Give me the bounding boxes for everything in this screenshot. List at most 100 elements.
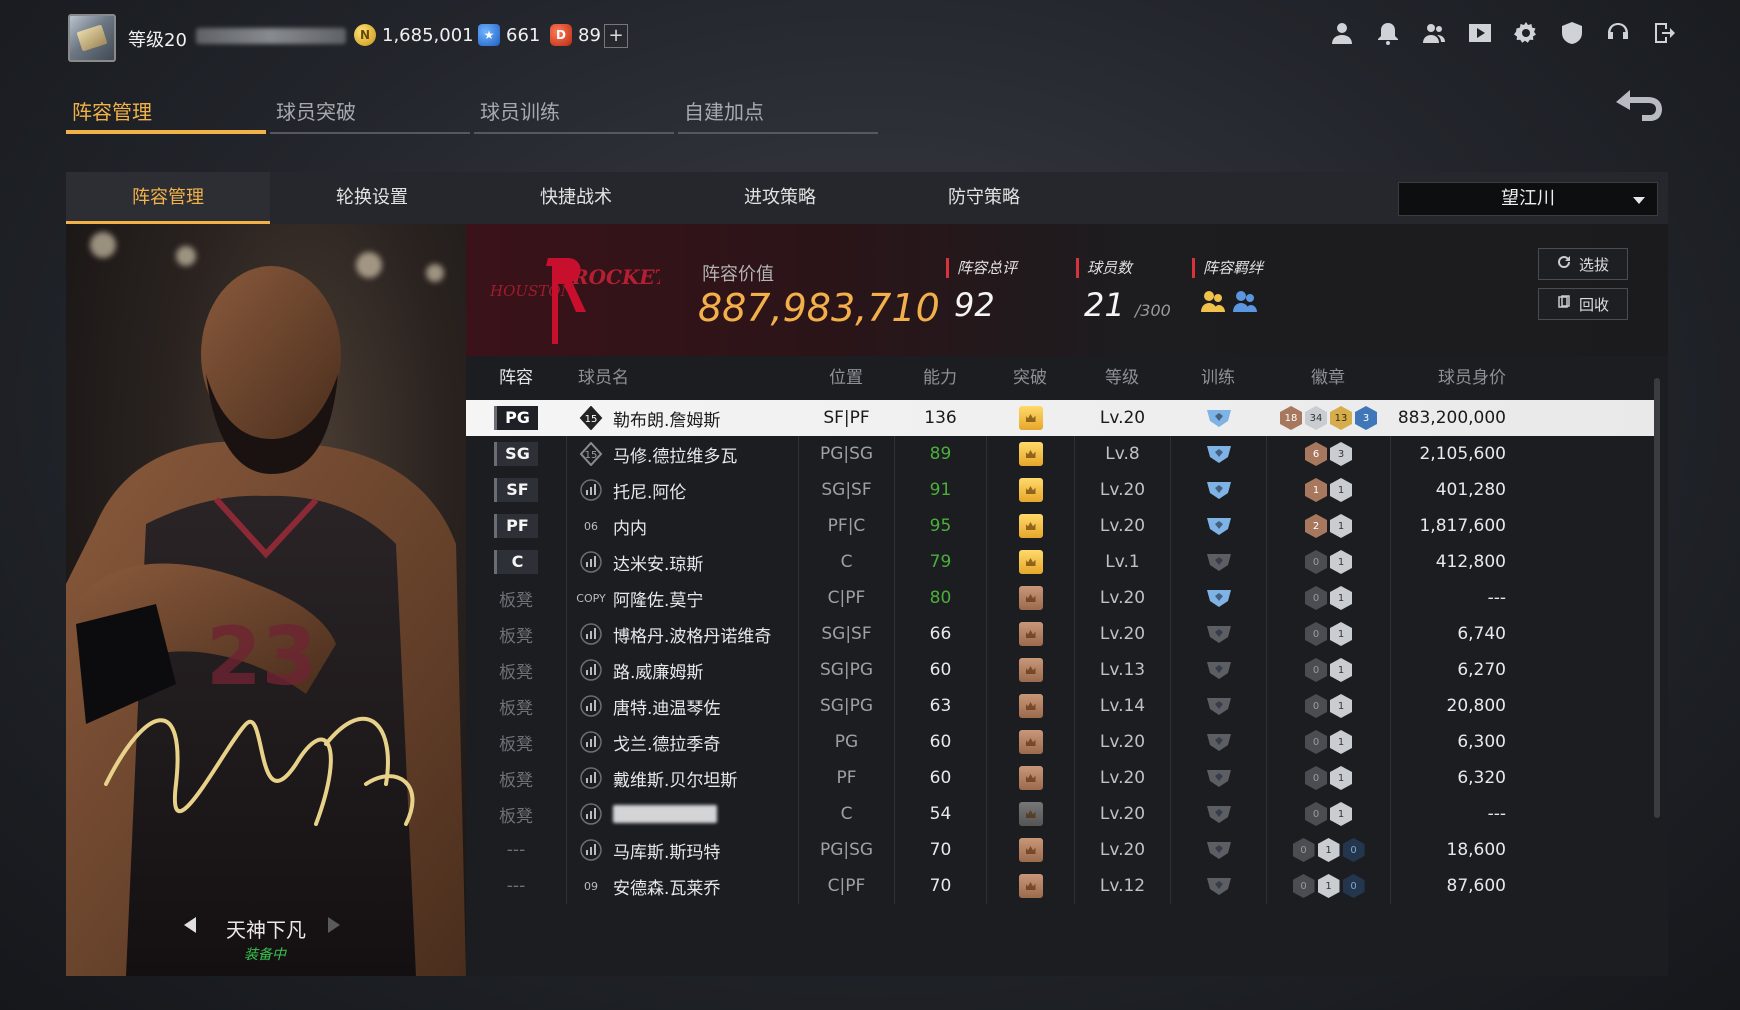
next-skin-arrow[interactable] (328, 917, 340, 933)
gold-currency: N 1,685,001 (354, 24, 474, 46)
badges-cell[interactable]: 63 (1266, 436, 1390, 472)
breakthrough-cell[interactable] (986, 760, 1074, 796)
tab-lineup-management[interactable]: 阵容管理 (66, 90, 266, 134)
training-cell[interactable] (1170, 652, 1266, 688)
back-button[interactable] (1612, 86, 1666, 126)
training-cell[interactable] (1170, 832, 1266, 868)
main-tabs: 阵容管理 球员突破 球员训练 自建加点 (66, 90, 882, 134)
training-cell[interactable] (1170, 580, 1266, 616)
training-cell[interactable] (1170, 616, 1266, 652)
table-row[interactable]: 板凳 戈兰.德拉季奇 PG 60 Lv.20 01 6,300 (466, 724, 1658, 760)
training-cell[interactable] (1170, 544, 1266, 580)
subtab-rotation[interactable]: 轮换设置 (270, 172, 474, 224)
player-name: 马修.德拉维多瓦 (613, 446, 738, 467)
training-cell[interactable] (1170, 472, 1266, 508)
badges-cell[interactable]: 01 (1266, 616, 1390, 652)
table-scrollbar[interactable] (1654, 378, 1660, 818)
value-cell: 20,800 (1390, 688, 1520, 724)
breakthrough-cell[interactable] (986, 868, 1074, 904)
badge-hex: 1 (1330, 586, 1352, 610)
headset-icon[interactable] (1606, 20, 1630, 46)
badges-cell[interactable]: 01 (1266, 580, 1390, 616)
table-row[interactable]: 板凳 博格丹.波格丹诺维奇 SG|SF 66 Lv.20 01 6,740 (466, 616, 1658, 652)
training-cell[interactable] (1170, 796, 1266, 832)
level-cell: Lv.20 (1074, 796, 1170, 832)
scout-label: 选拔 (1578, 255, 1609, 274)
tab-custom-points[interactable]: 自建加点 (678, 90, 878, 134)
bell-icon[interactable] (1376, 20, 1400, 46)
col-value: 球员身价 (1438, 368, 1506, 388)
table-row[interactable]: SG 15 马修.德拉维多瓦 PG|SG 89 Lv.8 63 2,105,600 (466, 436, 1658, 472)
breakthrough-cell[interactable] (986, 508, 1074, 544)
breakthrough-cell[interactable] (986, 832, 1074, 868)
badges-cell[interactable]: 21 (1266, 508, 1390, 544)
badges-cell[interactable]: 18 34 13 3 (1266, 400, 1390, 436)
tier-icon: 15 (579, 406, 603, 430)
subtab-lineup[interactable]: 阵容管理 (66, 172, 270, 224)
training-cell[interactable] (1170, 436, 1266, 472)
breakthrough-cell[interactable] (986, 724, 1074, 760)
col-name: 球员名 (578, 368, 629, 388)
breakthrough-cell[interactable] (986, 580, 1074, 616)
badges-cell[interactable]: 11 (1266, 472, 1390, 508)
friends-icon[interactable] (1422, 20, 1446, 46)
training-cell[interactable] (1170, 724, 1266, 760)
breakthrough-cell[interactable] (986, 544, 1074, 580)
training-cell[interactable] (1170, 688, 1266, 724)
exit-icon[interactable] (1652, 20, 1676, 46)
player-name: 博格丹.波格丹诺维奇 (613, 626, 772, 647)
table-row[interactable]: 板凳 唐特.迪温琴佐 SG|PG 63 Lv.14 01 20,800 (466, 688, 1658, 724)
name-cell: 15 勒布朗.詹姆斯 (566, 400, 798, 436)
prev-skin-arrow[interactable] (184, 917, 196, 933)
shield-icon[interactable] (1560, 20, 1584, 46)
training-cell[interactable] (1170, 868, 1266, 904)
badges-cell[interactable]: 010 (1266, 832, 1390, 868)
gear-icon[interactable] (1514, 20, 1538, 46)
breakthrough-cell[interactable] (986, 796, 1074, 832)
table-row[interactable]: 板凳 路.威廉姆斯 SG|PG 60 Lv.13 01 6,270 (466, 652, 1658, 688)
ability-cell: 91 (894, 472, 986, 508)
badges-cell[interactable]: 01 (1266, 760, 1390, 796)
table-row[interactable]: 板凳 COPY 阿隆佐.莫宁 C|PF 80 Lv.20 01 --- (466, 580, 1658, 616)
table-row[interactable]: PF 06 内内 PF|C 95 Lv.20 21 1,817,600 (466, 508, 1658, 544)
player-card[interactable]: 23 天神下凡 装备中 (66, 224, 466, 976)
training-shield-icon (1204, 876, 1234, 896)
breakthrough-cell[interactable] (986, 436, 1074, 472)
badges-cell[interactable]: 01 (1266, 796, 1390, 832)
tab-player-breakthrough[interactable]: 球员突破 (270, 90, 470, 134)
person-icon[interactable] (1330, 20, 1354, 46)
table-row[interactable]: C 达米安.琼斯 C 79 Lv.1 01 412,800 (466, 544, 1658, 580)
table-row[interactable]: 板凳 C 54 Lv.20 01 --- (466, 796, 1658, 832)
avatar[interactable] (68, 14, 116, 62)
badges-cell[interactable]: 01 (1266, 724, 1390, 760)
breakthrough-cell[interactable] (986, 472, 1074, 508)
table-row[interactable]: SF 托尼.阿伦 SG|SF 91 Lv.20 11 401,280 (466, 472, 1658, 508)
table-row[interactable]: --- 09 安德森.瓦莱乔 C|PF 70 Lv.12 010 87,600 (466, 868, 1658, 904)
badges-cell[interactable]: 010 (1266, 868, 1390, 904)
badges-cell[interactable]: 01 (1266, 544, 1390, 580)
badges-cell[interactable]: 01 (1266, 688, 1390, 724)
add-currency-button[interactable]: + (604, 24, 628, 48)
training-shield-icon (1204, 840, 1234, 860)
table-row[interactable]: PG 15 勒布朗.詹姆斯 SF|PF 136 Lv.20 18 34 13 3 883… (466, 400, 1658, 436)
tab-player-training[interactable]: 球员训练 (474, 90, 674, 134)
breakthrough-cell[interactable] (986, 400, 1074, 436)
table-row[interactable]: --- 马库斯.斯玛特 PG|SG 70 Lv.20 010 18,600 (466, 832, 1658, 868)
breakthrough-cell[interactable] (986, 688, 1074, 724)
subtab-defense[interactable]: 防守策略 (882, 172, 1086, 224)
badges-cell[interactable]: 01 (1266, 652, 1390, 688)
subtab-offense[interactable]: 进攻策略 (678, 172, 882, 224)
table-row[interactable]: 板凳 戴维斯.贝尔坦斯 PF 60 Lv.20 01 6,320 (466, 760, 1658, 796)
training-cell[interactable] (1170, 400, 1266, 436)
team-select[interactable]: 望江川 (1398, 182, 1658, 216)
subtab-quick-tactics[interactable]: 快捷战术 (474, 172, 678, 224)
training-cell[interactable] (1170, 508, 1266, 544)
training-cell[interactable] (1170, 760, 1266, 796)
breakthrough-cell[interactable] (986, 652, 1074, 688)
bond-stat[interactable]: 阵容羁绊 (1192, 258, 1263, 314)
recycle-button[interactable]: 回收 (1538, 288, 1628, 320)
player-name-blurred (196, 28, 346, 44)
breakthrough-cell[interactable] (986, 616, 1074, 652)
video-icon[interactable] (1468, 20, 1492, 46)
scout-button[interactable]: 选拔 (1538, 248, 1628, 280)
